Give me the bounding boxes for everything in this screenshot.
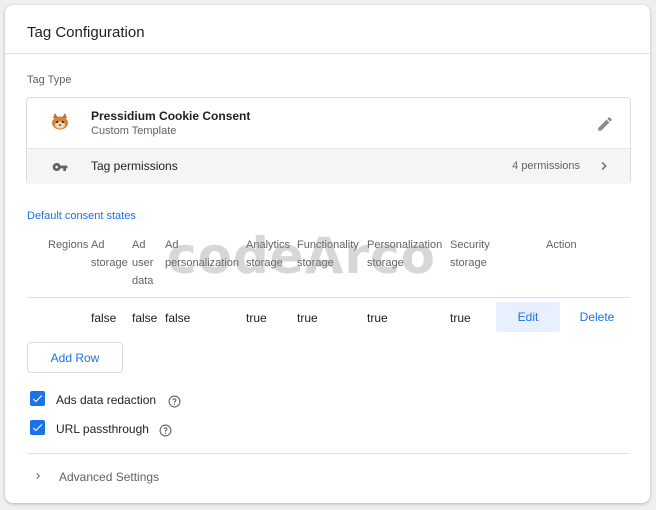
header-security-line2: storage [450, 257, 487, 269]
tag-type-label: Tag Type [27, 74, 72, 86]
cell-security-storage: true [450, 311, 471, 325]
permissions-count: 4 permissions [512, 160, 580, 172]
delete-row-button[interactable]: Delete [572, 302, 622, 332]
cell-functionality-storage: true [297, 311, 318, 325]
template-type: Custom Template [91, 125, 177, 137]
card-title: Tag Configuration [27, 24, 145, 41]
header-ad-user-data-line3: data [132, 275, 154, 287]
header-analytics-line1: Analytics [246, 239, 291, 251]
tag-type-box: Pressidium Cookie Consent Custom Templat… [26, 97, 631, 184]
cell-personalization-storage: true [367, 311, 388, 325]
tag-permissions-label: Tag permissions [91, 159, 178, 173]
table-header-divider [27, 297, 630, 298]
header-personalization-line1: Personalization [367, 239, 443, 251]
header-action: Action [546, 239, 577, 251]
advanced-divider [27, 453, 630, 454]
template-name: Pressidium Cookie Consent [91, 109, 251, 123]
cell-analytics-storage: true [246, 311, 267, 325]
header-functionality-line2: storage [297, 257, 334, 269]
header-ad-personalization-line1: Ad [165, 239, 179, 251]
header-ad-storage-line2: storage [91, 257, 128, 269]
chevron-right-icon[interactable] [32, 470, 44, 482]
tag-permissions-row[interactable]: Tag permissions 4 permissions [27, 148, 630, 184]
header-regions: Regions [48, 239, 89, 251]
key-icon [52, 163, 68, 171]
header-ad-storage-line1: Ad [91, 239, 105, 251]
url-passthrough-checkbox[interactable] [30, 420, 45, 435]
edit-row-button[interactable]: Edit [496, 302, 560, 332]
header-ad-user-data-line1: Ad [132, 239, 146, 251]
cookie-mascot-icon [52, 113, 68, 130]
pencil-icon[interactable] [596, 115, 614, 133]
help-circle-icon[interactable] [168, 395, 181, 408]
default-consent-states-title: Default consent states [27, 210, 136, 222]
header-security-line1: Security [450, 239, 490, 251]
advanced-settings-toggle[interactable]: Advanced Settings [59, 470, 159, 484]
header-ad-user-data-line2: user [132, 257, 154, 269]
cell-ad-personalization: false [165, 311, 191, 325]
help-circle-icon[interactable] [159, 424, 172, 437]
chevron-right-icon[interactable] [596, 158, 612, 174]
cell-ad-storage: false [91, 311, 117, 325]
header-personalization-line2: storage [367, 257, 404, 269]
cell-ad-user-data: false [132, 311, 158, 325]
header-ad-personalization-line2: personalization [165, 257, 239, 269]
header-functionality-line1: Functionality [297, 239, 359, 251]
add-row-button[interactable]: Add Row [27, 342, 123, 373]
title-divider [5, 53, 650, 54]
url-passthrough-label: URL passthrough [56, 422, 149, 436]
checkmark-icon [32, 424, 43, 432]
checkmark-icon [32, 395, 43, 403]
ads-data-redaction-label: Ads data redaction [56, 393, 157, 407]
header-analytics-line2: storage [246, 257, 283, 269]
tag-configuration-card: Tag Configuration Tag Type Pressidium Co… [5, 5, 650, 503]
ads-data-redaction-checkbox[interactable] [30, 391, 45, 406]
